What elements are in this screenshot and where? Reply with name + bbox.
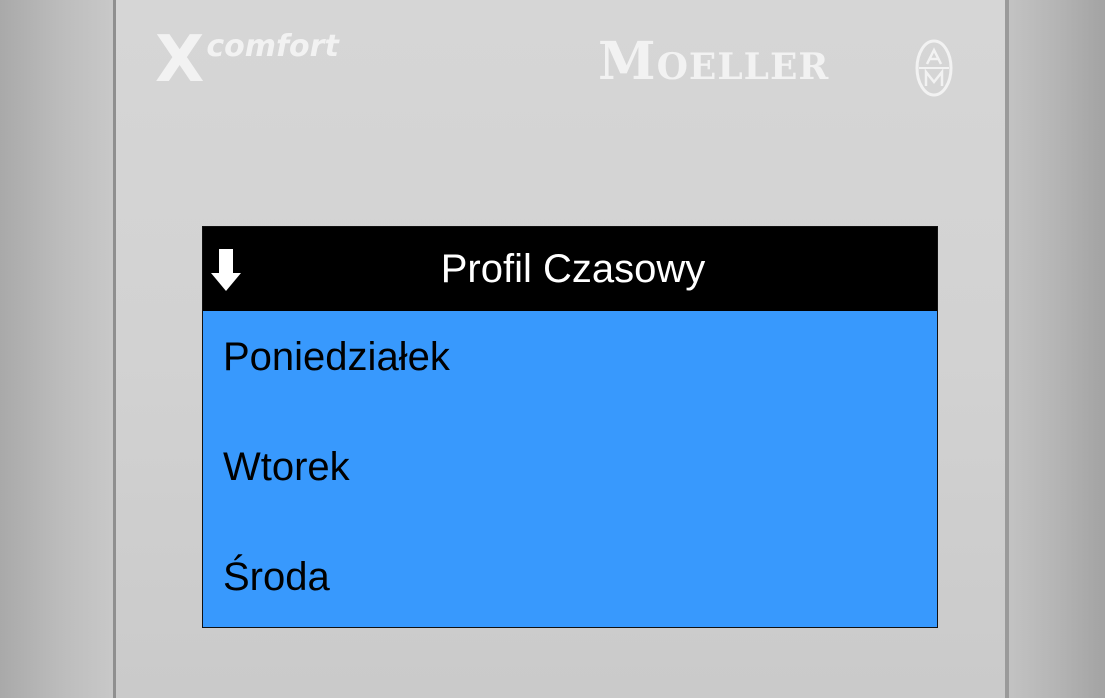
xcomfort-device: X comfort MOELLER Profil Czasowy Poniedz…	[0, 0, 1105, 698]
moeller-logo-rest: OELLER	[656, 46, 830, 88]
screen-header: Profil Czasowy	[203, 227, 937, 311]
screen-title: Profil Czasowy	[440, 247, 706, 291]
moeller-logo-initial: M	[598, 31, 657, 92]
menu-item-wtorek[interactable]: Wtorek	[223, 443, 350, 491]
xcomfort-logo-mark: X	[155, 23, 205, 97]
lcd-screen: Profil Czasowy Poniedziałek Wtorek Środa	[202, 226, 938, 628]
moeller-am-seal-icon	[915, 39, 953, 97]
moeller-logo: MOELLER	[598, 36, 829, 93]
xcomfort-logo-word: comfort	[206, 29, 339, 64]
menu-item-sroda[interactable]: Środa	[223, 553, 330, 601]
xcomfort-logo: X comfort	[155, 28, 339, 92]
device-right-edge	[1005, 0, 1105, 698]
device-left-edge	[0, 0, 116, 698]
menu-item-poniedzialek[interactable]: Poniedziałek	[223, 333, 450, 381]
